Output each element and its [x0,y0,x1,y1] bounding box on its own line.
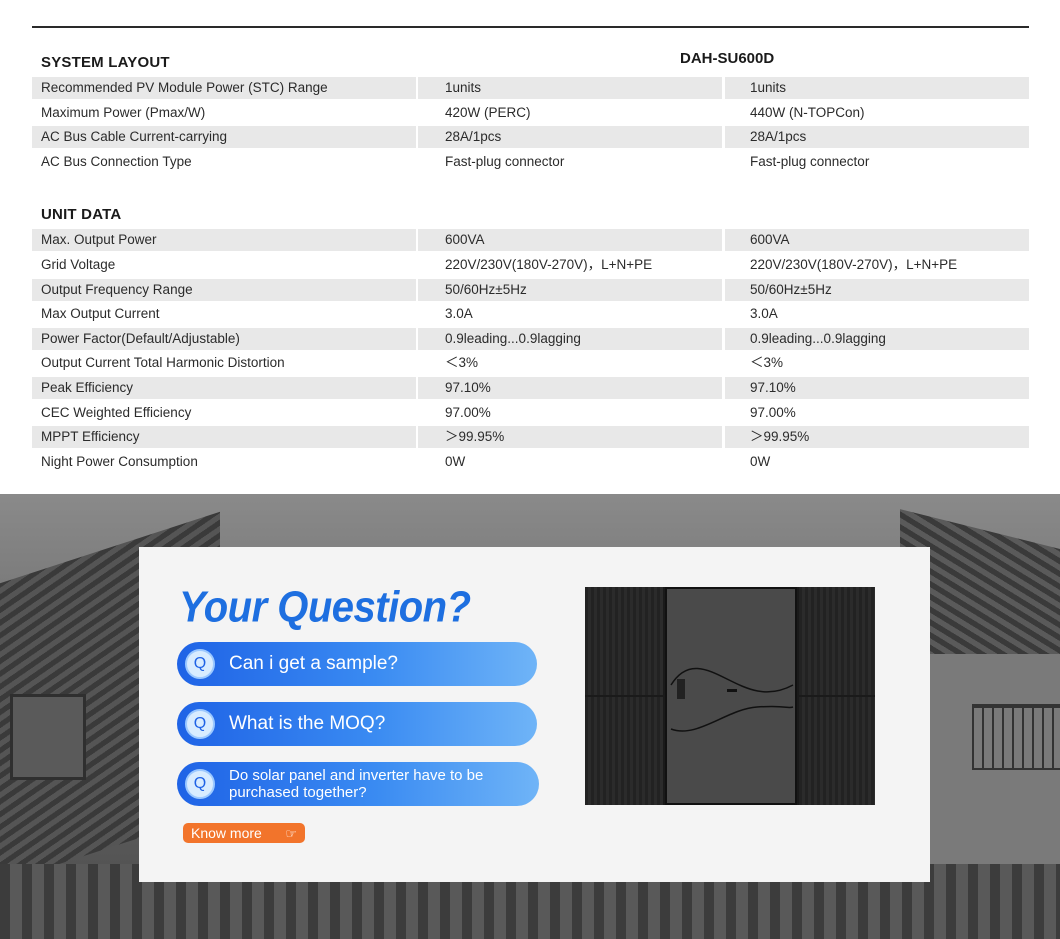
faq-title: Your Question? [179,583,471,632]
spec-value-perc: 97.00% [445,404,491,420]
spec-value-topcon: 600VA [750,232,790,248]
spec-value-perc: 28A/1pcs [445,129,502,145]
spec-label: AC Bus Connection Type [41,153,192,169]
spec-row: Peak Efficiency 97.10% 97.10% [32,376,1029,401]
top-divider [32,26,1029,28]
faq-question-text: Can i get a sample? [229,653,398,674]
spec-label: CEC Weighted Efficiency [41,404,192,420]
spec-value-topcon: Fast-plug connector [750,153,870,169]
spec-value-perc: 3.0A [445,306,473,322]
spec-label: Power Factor(Default/Adjustable) [41,330,240,346]
balcony-railing [972,704,1060,770]
spec-value-topcon: ＞99.95% [750,429,810,445]
spec-label: Peak Efficiency [41,379,134,395]
know-more-label: Know more [191,825,262,841]
spec-label: AC Bus Cable Current-carrying [41,129,228,145]
spec-label: MPPT Efficiency [41,429,140,445]
question-badge-icon: Q [185,649,215,679]
panel-cell [585,587,663,695]
spec-row: Max. Output Power 600VA 600VA [32,228,1029,253]
spec-value-topcon: 50/60Hz±5Hz [750,281,832,297]
spec-value-perc: 50/60Hz±5Hz [445,281,527,297]
spec-row: Max Output Current 3.0A 3.0A [32,302,1029,327]
spec-label: Night Power Consumption [41,453,198,469]
panel-cell [799,587,875,695]
spec-value-perc: ＞99.95% [445,429,505,445]
faq-card: Your Question? Q Can i get a sample? Q W… [139,547,930,882]
panel-cell [585,697,663,805]
spec-label: Max Output Current [41,306,160,322]
spec-label: Maximum Power (Pmax/W) [41,104,206,120]
spec-label: Grid Voltage [41,256,116,272]
spec-value-topcon: 1units [750,80,787,95]
section-header: UNIT DATA [32,198,1029,228]
spec-row: Power Factor(Default/Adjustable) 0.9leadi… [32,327,1029,352]
model-name: DAH-SU600D [680,50,775,67]
spec-value-topcon: 28A/1pcs [750,129,807,145]
spec-value-perc: ＜3% [445,355,479,371]
spec-row: Output Current Total Harmonic Distortion… [32,351,1029,376]
faq-question-2[interactable]: Q What is the MOQ? [177,702,537,746]
faq-banner: Your Question? Q Can i get a sample? Q W… [0,494,1060,939]
spec-row: AC Bus Connection Type Fast-plug connecto… [32,150,1029,175]
spec-row: Recommended PV Module Power (STC) Range 1… [32,76,1029,101]
spec-row: MPPT Efficiency ＞99.95% ＞99.95% [32,425,1029,450]
section-header: SYSTEM LAYOUT DAH-SU600D [32,46,1029,76]
faq-question-text: What is the MOQ? [229,713,386,734]
cable-wiring-icon [670,667,794,732]
faq-question-1[interactable]: Q Can i get a sample? [177,642,537,686]
panel-cell [799,697,875,805]
spec-value-perc: Fast-plug connector [445,153,565,169]
spec-value-topcon: ＜3% [750,355,784,371]
spec-value-perc: 420W (PERC) [445,104,531,120]
spec-value-topcon: 0.9leading...0.9lagging [750,330,886,346]
section-title: UNIT DATA [41,206,122,224]
spec-value-perc: 0.9leading...0.9lagging [445,330,581,346]
spec-label: Output Frequency Range [41,281,193,297]
spec-value-perc: 1units [445,80,482,95]
question-badge-icon: Q [185,769,215,799]
house-window [10,694,86,780]
spec-label: Output Current Total Harmonic Distortion [41,355,285,371]
question-badge-icon: Q [185,709,215,739]
spec-row: Output Frequency Range 50/60Hz±5Hz 50/60Hz… [32,278,1029,303]
spec-value-perc: 97.10% [445,379,491,395]
solar-panel-image [585,587,875,805]
spec-label: Recommended PV Module Power (STC) Range [41,80,328,95]
spec-row: Maximum Power (Pmax/W) 420W (PERC) 440W (N… [32,101,1029,126]
spec-value-topcon: 97.10% [750,379,796,395]
spec-row: Grid Voltage 220V/230V(180V-270V)，L+N+PE 2… [32,253,1029,278]
faq-question-3[interactable]: Q Do solar panel and inverter have to be… [177,762,539,806]
spec-value-perc: 0W [445,453,466,469]
spec-row: CEC Weighted Efficiency 97.00% 97.00% [32,401,1029,426]
know-more-button[interactable]: Know more ☞ [183,823,305,843]
spec-value-topcon: 0W [750,453,771,469]
spec-value-topcon: 97.00% [750,404,796,420]
spec-value-perc: 220V/230V(180V-270V)，L+N+PE [445,256,653,272]
spec-value-topcon: 440W (N-TOPCon) [750,104,865,120]
spec-value-perc: 600VA [445,232,485,248]
spec-row: Night Power Consumption 0W 0W [32,450,1029,475]
spec-table: SYSTEM LAYOUT DAH-SU600D Recommended PV Mo… [32,46,1029,474]
faq-question-text: Do solar panel and inverter have to be p… [229,767,484,801]
pointer-hand-icon: ☞ [285,826,297,841]
spec-row: AC Bus Cable Current-carrying 28A/1pcs 28A… [32,125,1029,150]
spec-value-topcon: 3.0A [750,306,778,322]
section-title: SYSTEM LAYOUT [41,54,170,71]
spec-label: Max. Output Power [41,232,157,248]
spec-value-topcon: 220V/230V(180V-270V)，L+N+PE [750,256,958,272]
microinverter-backplate [665,587,797,805]
